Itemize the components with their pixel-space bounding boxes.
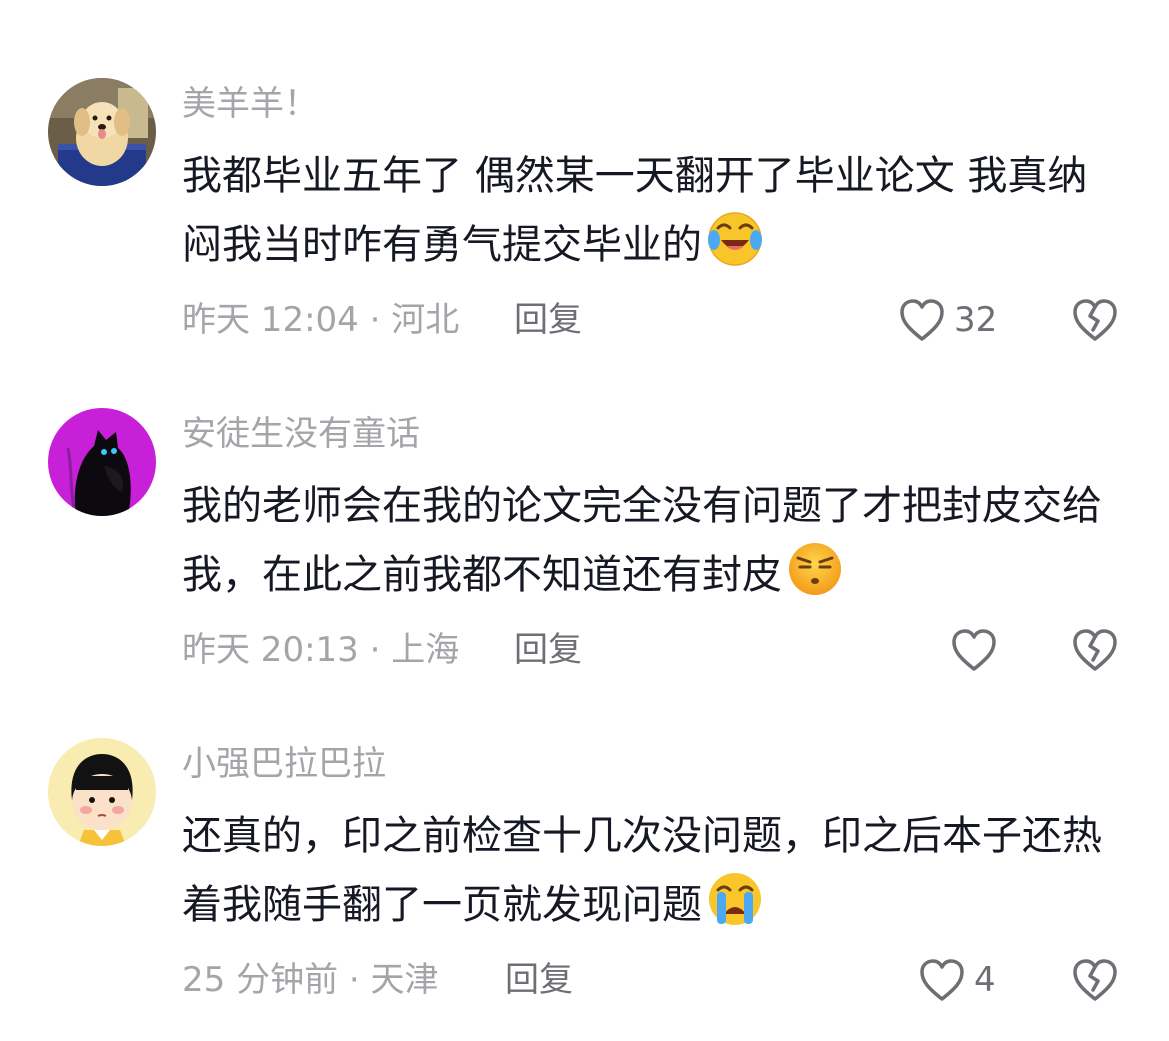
comment-meta: 昨天 12:04 · 河北 [182, 300, 460, 340]
comment-text-content: 我的老师会在我的论文完全没有问题了才把封皮交给我，在此之前我都不知道还有封皮 [182, 483, 1102, 598]
reply-button[interactable]: 回复 [514, 300, 582, 340]
comment-text-content: 我都毕业五年了 偶然某一天翻开了毕业论文 我真纳闷我当时咋有勇气提交毕业的 [182, 153, 1088, 268]
reply-button[interactable]: 回复 [514, 630, 582, 670]
crying-face-emoji-icon [706, 870, 764, 928]
heart-outline-icon [920, 959, 964, 1001]
heart-outline-icon [952, 629, 996, 671]
reply-button[interactable]: 回复 [505, 960, 573, 1000]
dislike-button[interactable] [1070, 956, 1120, 1004]
comment-text: 还真的，印之前检查十几次没问题，印之后本子还热着我随手翻了一页就发现问题 [182, 802, 1112, 939]
skeptical-face-emoji-icon [786, 540, 844, 598]
dislike-button[interactable] [1070, 626, 1120, 674]
username[interactable]: 美羊羊！ [182, 84, 318, 124]
puppy-avatar[interactable] [48, 78, 156, 186]
like-count: 4 [974, 960, 996, 1000]
heart-outline-icon [900, 299, 944, 341]
black-cat-purple-avatar[interactable] [48, 408, 156, 516]
broken-heart-icon [1073, 959, 1117, 1001]
comment-meta: 昨天 20:13 · 上海 [182, 630, 460, 670]
dislike-button[interactable] [1070, 296, 1120, 344]
comment-text: 我都毕业五年了 偶然某一天翻开了毕业论文 我真纳闷我当时咋有勇气提交毕业的 [182, 142, 1112, 279]
comment-meta: 25 分钟前 · 天津 [182, 960, 439, 1000]
username[interactable]: 小强巴拉巴拉 [182, 744, 386, 784]
username[interactable]: 安徒生没有童话 [182, 414, 420, 454]
like-button[interactable]: 4 [918, 956, 996, 1004]
cartoon-girl-avatar[interactable] [48, 738, 156, 846]
like-count: 32 [954, 300, 998, 340]
like-button[interactable] [950, 626, 1006, 674]
comment-text: 我的老师会在我的论文完全没有问题了才把封皮交给我，在此之前我都不知道还有封皮 [182, 472, 1112, 609]
broken-heart-icon [1073, 629, 1117, 671]
like-button[interactable]: 32 [898, 296, 997, 344]
broken-heart-icon [1073, 299, 1117, 341]
comment-text-content: 还真的，印之前检查十几次没问题，印之后本子还热着我随手翻了一页就发现问题 [182, 813, 1102, 928]
crying-laughing-emoji-icon [706, 210, 764, 268]
